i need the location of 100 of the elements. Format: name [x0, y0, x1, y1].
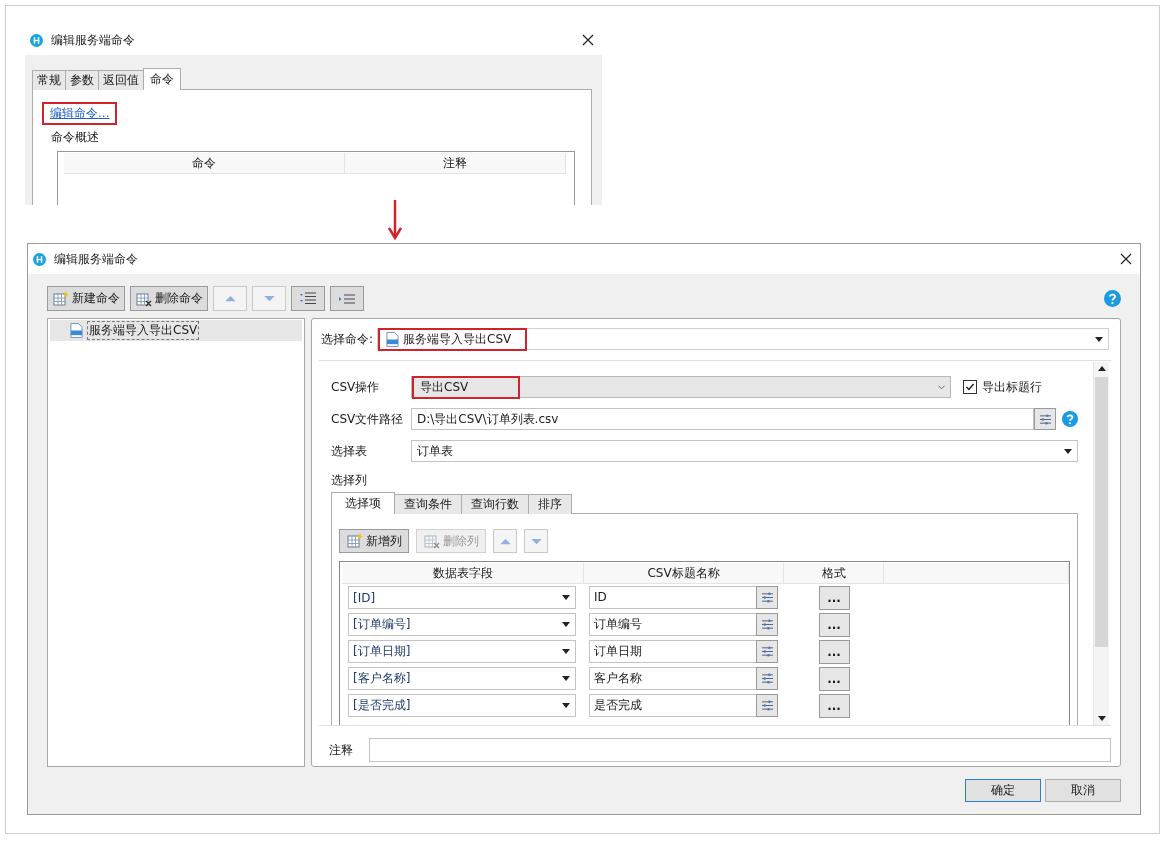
column-header: 命令 [64, 153, 345, 173]
export-header-label: 导出标题行 [982, 378, 1042, 396]
field-dropdown[interactable]: [是否完成] [348, 694, 576, 717]
scroll-up-icon[interactable] [1097, 366, 1106, 371]
down-arrow [388, 200, 402, 240]
format-button[interactable]: ... [818, 585, 850, 610]
format-button[interactable]: ... [818, 666, 850, 691]
column-header: 数据表字段 [342, 563, 584, 583]
dropdown-arrow-icon [562, 676, 570, 681]
select-table-label: 选择表 [331, 442, 368, 460]
file-path-field[interactable]: D:\导出CSV\订单列表.csv [411, 408, 1034, 430]
close-icon[interactable] [1120, 253, 1132, 265]
csv-operation-dropdown[interactable]: 导出CSV [411, 376, 951, 398]
sliders-icon [760, 646, 774, 657]
triangle-up-icon [498, 537, 512, 545]
edit-command-link[interactable]: 编辑命令... [50, 105, 110, 122]
table-value: 订单表 [417, 442, 453, 460]
column-header: 注释 [345, 153, 566, 173]
indented-list-icon [299, 290, 317, 307]
scrollbar-thumb[interactable] [1095, 377, 1108, 647]
note-label: 注释 [329, 741, 353, 759]
vertical-scrollbar[interactable] [1093, 362, 1109, 725]
tab[interactable]: 命令 [143, 68, 181, 90]
settings-button[interactable] [756, 667, 778, 690]
triangle-down-icon [529, 537, 543, 545]
tree-item[interactable]: 服务端导入导出CSV [50, 320, 302, 341]
add-column-button[interactable]: 新增列 [339, 529, 409, 553]
sliders-icon [1038, 413, 1052, 425]
app-logo-icon [30, 33, 43, 47]
indent-list-button[interactable] [291, 286, 325, 311]
dropdown-arrow-icon [562, 622, 570, 627]
table-x-icon [135, 290, 153, 307]
settings-button[interactable] [1034, 408, 1056, 430]
ok-button[interactable]: 确定 [965, 779, 1041, 802]
help-icon[interactable] [1062, 411, 1078, 427]
move-up-button[interactable] [213, 286, 247, 311]
table-sparkle-icon [346, 533, 364, 549]
cancel-button[interactable]: 取消 [1045, 779, 1121, 802]
checkbox[interactable] [963, 380, 977, 394]
command-dropdown[interactable]: 服务端导入导出CSV [377, 328, 1109, 350]
help-icon[interactable] [1104, 290, 1121, 307]
field-dropdown[interactable]: [订单编号] [348, 613, 576, 636]
summary-label: 命令概述 [51, 129, 100, 146]
bullet-list-button[interactable] [330, 286, 364, 311]
window-title: 编辑服务端命令 [54, 250, 138, 268]
tab[interactable]: 选择项 [331, 492, 395, 514]
format-button[interactable]: ... [818, 639, 850, 664]
table-dropdown[interactable]: 订单表 [411, 440, 1078, 462]
settings-button[interactable] [756, 586, 778, 609]
dropdown-arrow-icon [562, 595, 570, 600]
settings-button[interactable] [756, 613, 778, 636]
window-title: 编辑服务端命令 [51, 31, 135, 49]
new-command-button[interactable]: 新建命令 [47, 286, 125, 311]
sliders-icon [760, 673, 774, 684]
select-command-label: 选择命令: [321, 330, 374, 348]
dropdown-arrow-icon [1095, 336, 1103, 342]
command-value: 服务端导入导出CSV [403, 330, 512, 348]
format-button[interactable]: ... [818, 612, 850, 637]
tab[interactable]: 常规 [32, 70, 66, 90]
checkmark-icon [965, 382, 975, 392]
header-name-field[interactable]: 客户名称 [589, 667, 756, 690]
csv-file-icon [70, 323, 83, 338]
field-dropdown[interactable]: [客户名称] [348, 667, 576, 690]
note-field[interactable] [369, 738, 1111, 762]
header-name-field[interactable]: 订单编号 [589, 613, 756, 636]
sliders-icon [760, 592, 774, 603]
tab[interactable]: 排序 [528, 494, 572, 514]
move-down-button[interactable] [252, 286, 286, 311]
close-icon[interactable] [582, 34, 594, 46]
dropdown-arrow-icon [562, 703, 570, 708]
triangle-up-icon [223, 295, 237, 302]
csv-operation-label: CSV操作 [331, 378, 381, 396]
settings-button[interactable] [756, 694, 778, 717]
app-logo-icon [33, 252, 46, 266]
column-header: CSV标题名称 [584, 563, 784, 583]
file-path-label: CSV文件路径 [331, 410, 405, 428]
tab[interactable]: 查询条件 [394, 494, 462, 514]
move-up-button[interactable] [493, 529, 517, 553]
tab[interactable]: 参数 [65, 70, 99, 90]
sliders-icon [760, 700, 774, 711]
move-down-button[interactable] [524, 529, 548, 553]
delete-command-button[interactable]: 删除命令 [130, 286, 208, 311]
field-dropdown[interactable]: [ID] [348, 586, 576, 609]
scroll-down-icon[interactable] [1097, 716, 1106, 721]
header-name-field[interactable]: 订单日期 [589, 640, 756, 663]
csv-file-icon [386, 331, 400, 347]
operation-value: 导出CSV [420, 378, 469, 396]
tab[interactable]: 返回值 [98, 70, 144, 90]
field-dropdown[interactable]: [订单日期] [348, 640, 576, 663]
dropdown-arrow-icon [1064, 448, 1072, 454]
chevron-down-icon [938, 384, 945, 390]
table-x-icon [423, 533, 441, 549]
select-columns-label: 选择列 [331, 472, 368, 489]
column-header: 格式 [784, 563, 884, 583]
tab[interactable]: 查询行数 [461, 494, 529, 514]
settings-button[interactable] [756, 640, 778, 663]
table-sparkle-icon [52, 290, 70, 307]
header-name-field[interactable]: ID [589, 586, 756, 609]
header-name-field[interactable]: 是否完成 [589, 694, 756, 717]
format-button[interactable]: ... [818, 693, 850, 718]
